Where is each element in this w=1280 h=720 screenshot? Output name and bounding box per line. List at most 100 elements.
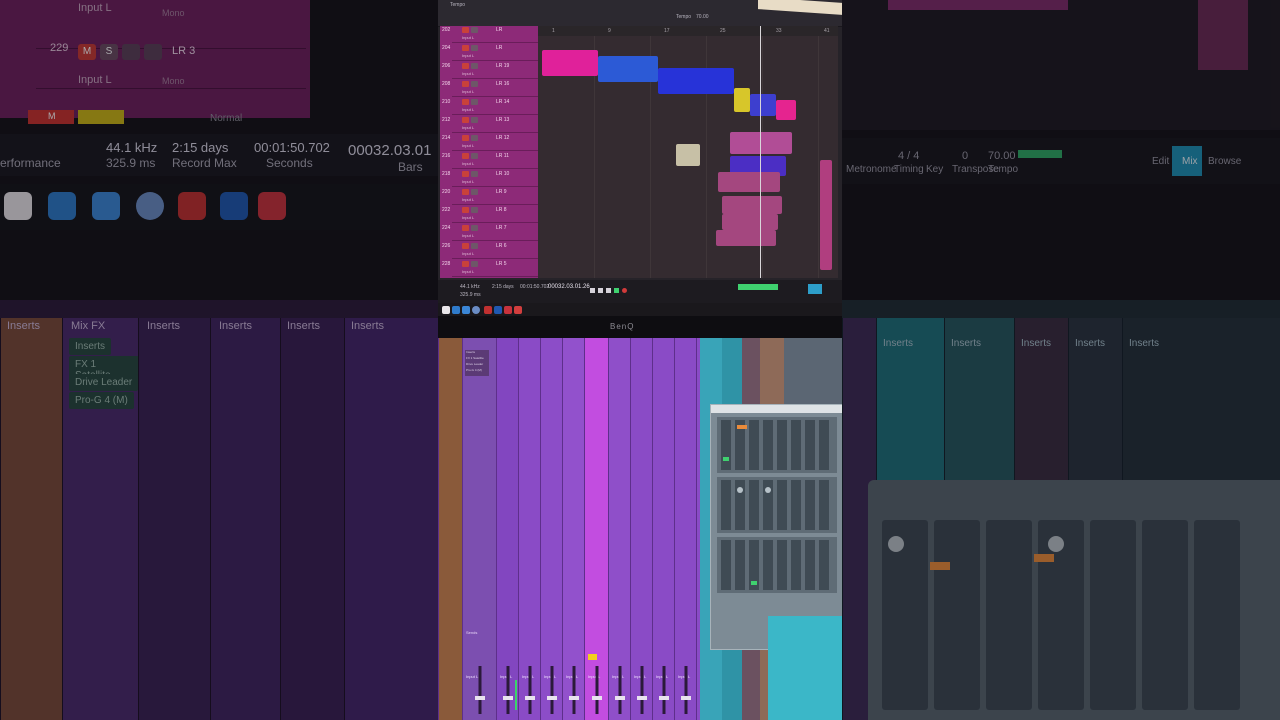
plugin-channel[interactable] [763,540,773,590]
fader-cap[interactable] [659,696,669,700]
plugin-channel[interactable] [749,480,759,530]
plugin-channel[interactable] [805,480,815,530]
app-icon[interactable] [462,306,470,314]
mute-button[interactable] [462,81,469,87]
mute-button[interactable] [462,207,469,213]
mute-button[interactable] [462,189,469,195]
solo-button[interactable] [471,99,478,105]
fader-cap[interactable] [569,696,579,700]
plugin-channel[interactable] [763,420,773,470]
plugin-knob[interactable] [737,487,743,493]
rewind-button[interactable] [590,288,595,293]
mute-button[interactable] [462,261,469,267]
app-icon[interactable] [514,306,522,314]
plugin-channel[interactable] [805,420,815,470]
plugin-channel[interactable] [819,420,829,470]
plugin-channel[interactable] [749,420,759,470]
mix-view-button[interactable] [808,284,822,294]
forward-button[interactable] [598,288,603,293]
plugin-knob[interactable] [765,487,771,493]
solo-button[interactable] [471,243,478,249]
insert-slot[interactable]: Drive Leader [466,362,483,366]
app-icon[interactable] [220,192,248,220]
mixer-strip[interactable]: Input L [608,338,631,720]
tempo-value[interactable]: 70.00 [696,14,709,20]
mute-button[interactable] [462,63,469,69]
mixer-strip[interactable]: Input L [562,338,585,720]
mixer-strip[interactable]: Input L [674,338,697,720]
mute-button[interactable]: M [78,44,96,60]
fader-cap[interactable] [475,696,485,700]
plugin-channel[interactable] [805,540,815,590]
mute-button[interactable] [462,117,469,123]
mute-button[interactable] [462,225,469,231]
mixer-strip[interactable]: Input L [652,338,675,720]
fader-cap[interactable] [592,696,602,700]
monitor-button[interactable] [144,44,162,60]
audio-region[interactable] [722,214,778,230]
app-icon[interactable] [92,192,120,220]
solo-button[interactable] [471,117,478,123]
solo-button[interactable] [471,27,478,33]
plugin-channel[interactable] [791,420,801,470]
app-icon[interactable] [504,306,512,314]
app-icon[interactable] [178,192,206,220]
plugin-channel[interactable] [777,480,787,530]
plugin-channel[interactable] [819,480,829,530]
fader-cap[interactable] [503,696,513,700]
mixer-strip[interactable]: Input L [496,338,519,720]
audio-region[interactable] [716,230,776,246]
app-icon[interactable] [258,192,286,220]
app-icon[interactable] [484,306,492,314]
track-header[interactable]: 212 LR 13 Input L [442,116,538,133]
audio-region[interactable] [676,144,700,166]
channel-fader[interactable] [506,666,510,714]
fader-cap[interactable] [525,696,535,700]
channel-fader[interactable] [528,666,532,714]
app-icon[interactable] [4,192,32,220]
plugin-window[interactable] [710,404,842,650]
insert-slot[interactable]: Drive Leader [69,374,139,391]
plugin-titlebar[interactable] [711,405,842,413]
plugin-toggle[interactable] [737,425,747,429]
insert-slot[interactable]: Pro-G 4 (M) [466,368,482,372]
audio-region[interactable] [734,88,750,112]
plugin-channel[interactable] [791,540,801,590]
mixer-strip[interactable]: Input L [518,338,541,720]
app-icon[interactable] [452,306,460,314]
record-button[interactable] [122,44,140,60]
track-header[interactable]: 206 LR 19 Input L [442,62,538,79]
plugin-channel[interactable] [819,540,829,590]
channel-fader[interactable] [595,666,599,714]
insert-slot[interactable]: FX 1 Satellite [466,356,484,360]
solo-button[interactable] [471,189,478,195]
plugin-channel[interactable] [721,480,731,530]
plugin-channel[interactable] [777,420,787,470]
solo-button[interactable] [471,153,478,159]
playhead[interactable] [760,26,761,278]
audio-region[interactable] [658,68,734,94]
insert-slot[interactable]: Inserts [466,350,475,354]
solo-button[interactable]: S [100,44,118,60]
app-icon[interactable] [442,306,450,314]
track-header[interactable]: 218 LR 10 Input L [442,170,538,187]
channel-fader[interactable] [640,666,644,714]
track-header[interactable]: 228 LR 5 Input L [442,260,538,277]
mute-button[interactable] [462,135,469,141]
track-header[interactable]: 210 LR 14 Input L [442,98,538,115]
solo-button[interactable] [471,225,478,231]
channel-fader[interactable] [550,666,554,714]
solo-button[interactable] [471,45,478,51]
solo-button[interactable] [471,81,478,87]
solo-button[interactable] [471,171,478,177]
mute-button[interactable] [462,243,469,249]
gear-icon[interactable] [472,306,480,314]
mixer-strip[interactable] [438,338,463,720]
channel-fader[interactable] [572,666,576,714]
track-header[interactable]: 224 LR 7 Input L [442,224,538,241]
track-header[interactable]: 222 LR 8 Input L [442,206,538,223]
mute-button[interactable] [462,171,469,177]
solo-button[interactable] [471,261,478,267]
plugin-channel[interactable] [791,480,801,530]
mixer-strip[interactable]: Inserts FX 1 Satellite Drive Leader Pro-… [462,338,497,720]
